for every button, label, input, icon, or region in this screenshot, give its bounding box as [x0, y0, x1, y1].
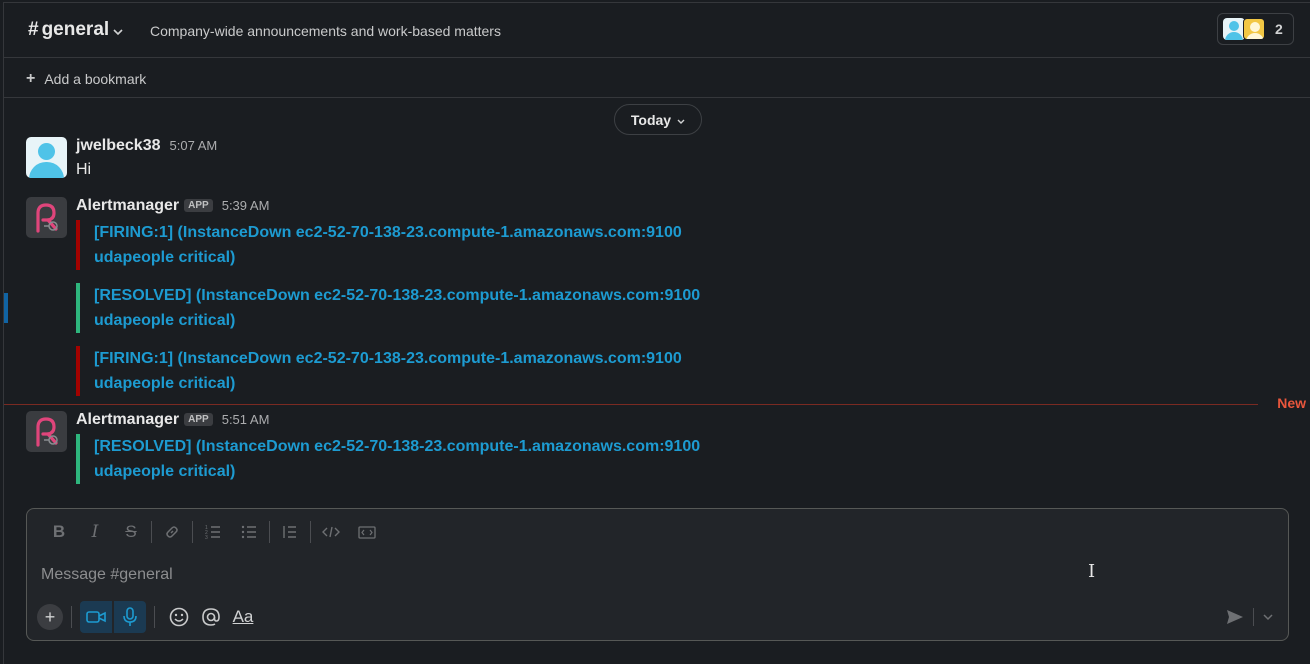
add-bookmark-label: Add a bookmark	[44, 71, 147, 87]
toolbar-separator	[192, 521, 193, 543]
toolbar-separator	[71, 606, 72, 628]
plus-icon: +	[26, 70, 36, 87]
bold-icon: B	[52, 522, 66, 541]
member-avatar	[1243, 18, 1265, 40]
italic-icon: I	[91, 522, 99, 542]
message-text: Hi	[76, 161, 92, 178]
ordered-list-button[interactable]: 123	[195, 519, 231, 545]
alertmanager-logo-icon	[36, 417, 58, 447]
chevron-down-icon	[113, 20, 123, 42]
code-block-button[interactable]	[349, 519, 385, 545]
video-camera-icon	[86, 611, 106, 623]
channel-topic[interactable]: Company-wide announcements and work-base…	[150, 23, 501, 39]
alert-link[interactable]: [RESOLVED] (InstanceDown ec2-52-70-138-2…	[94, 287, 700, 329]
day-divider-button[interactable]: Today	[614, 104, 702, 135]
message-timestamp[interactable]: 5:07 AM	[170, 138, 218, 153]
schedule-send-button[interactable]	[1258, 605, 1278, 629]
new-messages-divider	[4, 404, 1258, 405]
alert-attachment-firing: [FIRING:1] (InstanceDown ec2-52-70-138-2…	[76, 220, 756, 270]
composer-actions: + Aa	[37, 601, 259, 633]
message-timestamp[interactable]: 5:39 AM	[222, 198, 270, 213]
bookmarks-bar: + Add a bookmark	[4, 58, 1310, 98]
chevron-down-icon	[677, 112, 685, 128]
toolbar-separator	[269, 521, 270, 543]
send-controls	[1221, 605, 1278, 629]
link-icon	[166, 526, 178, 538]
video-clip-button[interactable]	[80, 601, 112, 633]
alert-attachment-resolved: [RESOLVED] (InstanceDown ec2-52-70-138-2…	[76, 434, 756, 484]
toolbar-separator	[310, 521, 311, 543]
alertmanager-avatar[interactable]	[26, 411, 67, 452]
microphone-icon	[123, 607, 137, 626]
message-composer: B I S 123 Message #general I + Aa	[26, 508, 1289, 641]
new-messages-label: New	[1277, 395, 1306, 411]
message-input[interactable]: Message #general	[41, 566, 173, 584]
toolbar-separator	[154, 606, 155, 628]
alertmanager-avatar[interactable]	[26, 197, 67, 238]
toolbar-separator	[151, 521, 152, 543]
channel-pane: # general Company-wide announcements and…	[3, 2, 1310, 664]
attach-button[interactable]: +	[37, 604, 63, 630]
alert-link[interactable]: [FIRING:1] (InstanceDown ec2-52-70-138-2…	[94, 224, 682, 266]
text-cursor-icon: I	[1088, 561, 1096, 582]
sender-name[interactable]: jwelbeck38	[76, 137, 161, 155]
add-bookmark-button[interactable]: + Add a bookmark	[26, 70, 147, 88]
message-timestamp[interactable]: 5:51 AM	[222, 412, 270, 427]
text-format-icon: Aa	[232, 607, 254, 626]
blockquote-button[interactable]	[272, 519, 308, 545]
plus-icon: +	[44, 606, 56, 627]
emoji-icon	[169, 607, 189, 627]
channel-name: general	[41, 19, 110, 40]
member-avatar	[1223, 18, 1245, 40]
app-badge: APP	[184, 199, 213, 212]
code-block-icon	[358, 526, 376, 539]
bulleted-list-icon	[241, 525, 256, 539]
hash-icon: #	[28, 19, 39, 40]
channel-header: # general Company-wide announcements and…	[4, 3, 1310, 58]
svg-text:3: 3	[205, 535, 208, 540]
strikethrough-icon: S	[125, 522, 137, 541]
bulleted-list-button[interactable]	[231, 519, 267, 545]
alert-link[interactable]: [RESOLVED] (InstanceDown ec2-52-70-138-2…	[94, 438, 700, 480]
at-sign-icon	[202, 608, 220, 626]
blockquote-icon	[283, 526, 296, 538]
formatting-toggle-button[interactable]: Aa	[227, 601, 259, 633]
day-divider-label: Today	[630, 111, 672, 128]
toolbar-separator	[1253, 608, 1254, 626]
sender-name[interactable]: Alertmanager	[76, 411, 179, 429]
bold-button[interactable]: B	[41, 519, 77, 545]
audio-clip-button[interactable]	[114, 601, 146, 633]
app-badge: APP	[184, 413, 213, 426]
alertmanager-logo-icon	[36, 203, 58, 233]
alert-attachment-firing: [FIRING:1] (InstanceDown ec2-52-70-138-2…	[76, 346, 756, 396]
sender-name[interactable]: Alertmanager	[76, 197, 179, 215]
members-button[interactable]: 2	[1217, 13, 1294, 45]
emoji-button[interactable]	[163, 601, 195, 633]
italic-button[interactable]: I	[77, 519, 113, 545]
ordered-list-icon: 123	[205, 525, 220, 540]
link-button[interactable]	[154, 519, 190, 545]
chevron-down-icon	[1263, 613, 1273, 620]
strikethrough-button[interactable]: S	[113, 519, 149, 545]
code-button[interactable]	[313, 519, 349, 545]
alert-attachment-resolved: [RESOLVED] (InstanceDown ec2-52-70-138-2…	[76, 283, 756, 333]
selection-accent	[4, 293, 8, 323]
channel-name-button[interactable]: # general	[28, 18, 123, 42]
code-icon	[322, 526, 340, 538]
send-button[interactable]	[1221, 605, 1249, 629]
formatting-toolbar: B I S 123	[41, 519, 385, 545]
user-avatar[interactable]	[26, 137, 67, 178]
alert-link[interactable]: [FIRING:1] (InstanceDown ec2-52-70-138-2…	[94, 350, 682, 392]
mention-button[interactable]	[195, 601, 227, 633]
send-icon	[1227, 610, 1243, 624]
member-count: 2	[1275, 21, 1283, 37]
